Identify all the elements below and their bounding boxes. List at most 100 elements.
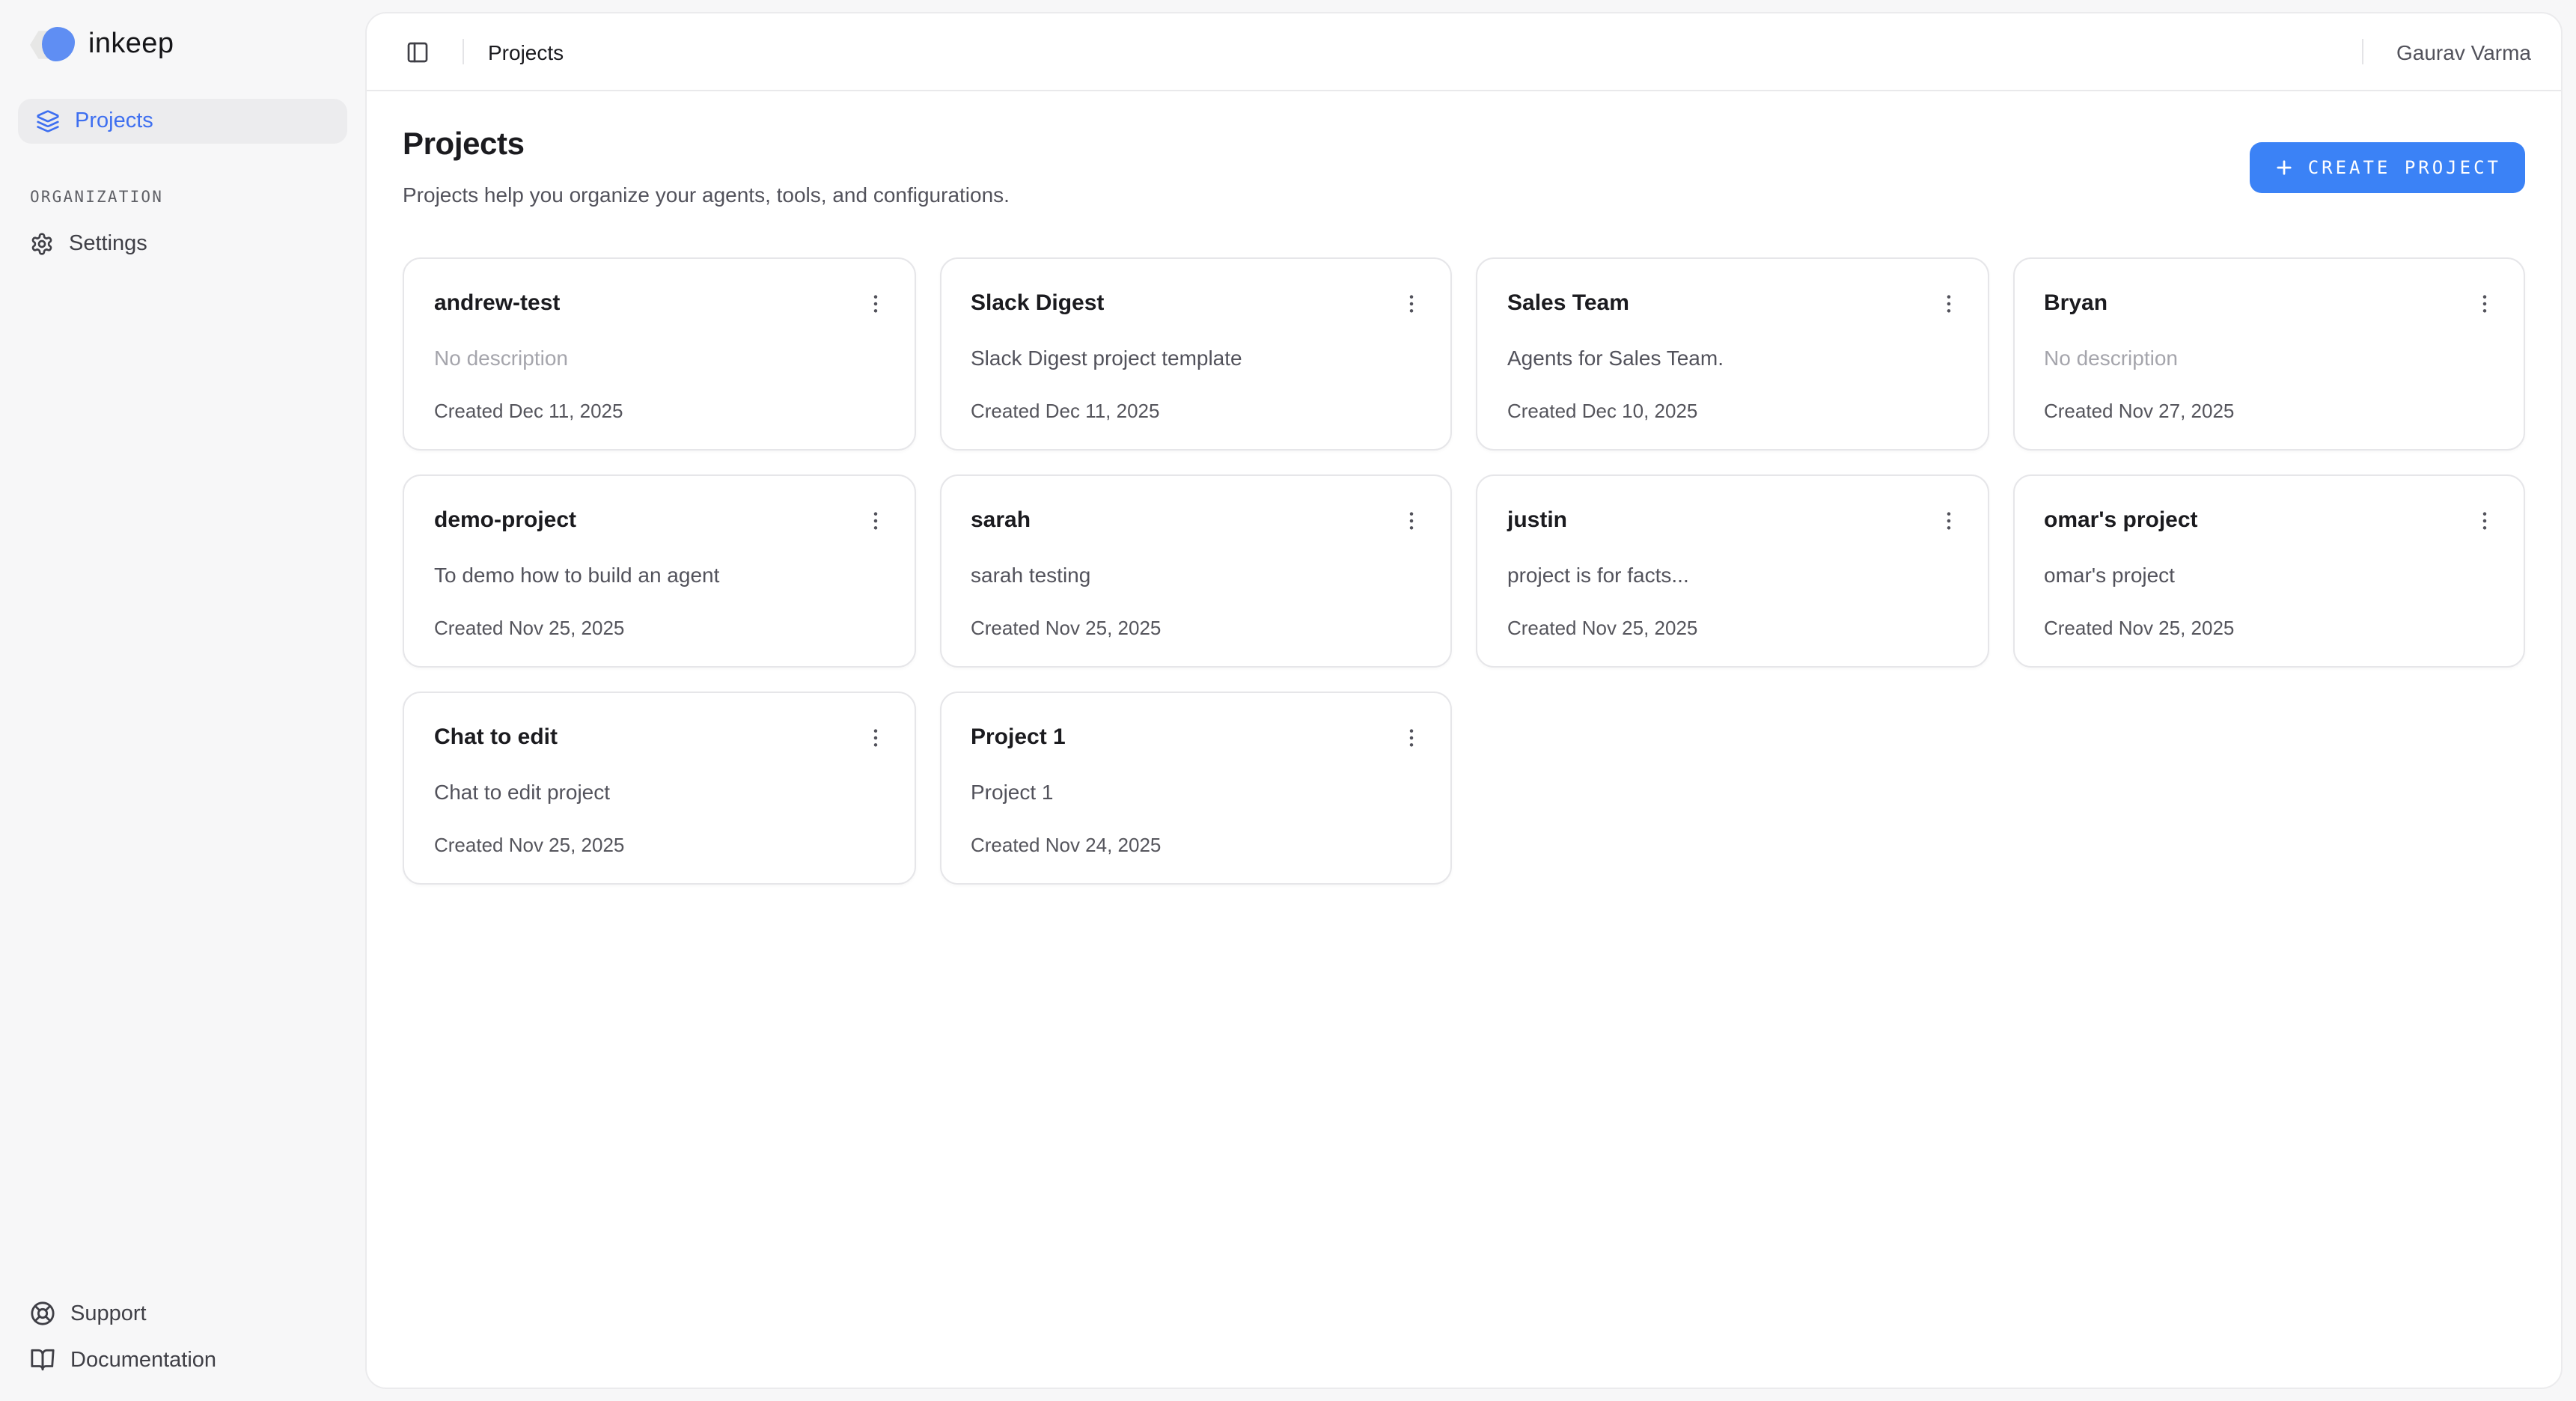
project-title: sarah [971,503,1031,533]
create-project-button[interactable]: CREATE PROJECT [2250,141,2525,192]
project-title: andrew-test [434,286,560,316]
user-menu-button[interactable]: Gaurav Varma [2393,34,2534,70]
project-description: Slack Digest project template [971,346,1429,370]
project-card-header: sarah [971,503,1429,539]
project-title: Slack Digest [971,286,1104,316]
project-card[interactable]: andrew-test No description Created Dec 1… [403,257,915,451]
sidebar-item-label: Documentation [70,1348,216,1372]
book-open-icon [30,1347,55,1373]
page-header: Projects Projects help you organize your… [403,127,2525,207]
main-content: Projects Gaurav Varma Projects Projects … [365,12,2563,1389]
project-created-date: Created Nov 25, 2025 [2044,617,2503,639]
project-card[interactable]: Chat to edit Chat to edit project Create… [403,692,915,885]
project-menu-button[interactable] [857,503,893,539]
sidebar-item-label: Projects [75,109,153,133]
project-card[interactable]: Project 1 Project 1 Created Nov 24, 2025 [939,692,1452,885]
layers-icon [36,109,60,133]
project-description: Agents for Sales Team. [1507,346,1966,370]
project-card[interactable]: Bryan No description Created Nov 27, 202… [2012,257,2525,451]
gear-icon [30,232,54,256]
project-card[interactable]: demo-project To demo how to build an age… [403,474,915,668]
project-menu-button[interactable] [1394,720,1429,756]
project-card-header: Project 1 [971,720,1429,756]
projects-grid: andrew-test No description Created Dec 1… [403,257,2525,885]
viewport: inkeep Projects ORGANIZATION [0,0,2576,1401]
kebab-menu-icon [1936,509,1960,533]
project-description: project is for facts... [1507,563,1966,587]
topbar: Projects Gaurav Varma [367,13,2561,91]
kebab-menu-icon [2473,509,2497,533]
panel-left-icon [406,40,430,64]
organization-list: Settings [0,222,365,266]
kebab-menu-icon [1400,726,1423,750]
project-card-header: omar's project [2044,503,2503,539]
project-title: Project 1 [971,720,1066,750]
project-created-date: Created Dec 11, 2025 [971,400,1429,422]
project-created-date: Created Nov 25, 2025 [1507,617,1966,639]
kebab-menu-icon [863,292,887,316]
project-card[interactable]: Sales Team Agents for Sales Team. Create… [1476,257,1989,451]
project-created-date: Created Dec 11, 2025 [434,400,893,422]
project-card[interactable]: Slack Digest Slack Digest project templa… [939,257,1452,451]
kebab-menu-icon [1400,292,1423,316]
project-menu-button[interactable] [1394,286,1429,322]
project-created-date: Created Dec 10, 2025 [1507,400,1966,422]
project-menu-button[interactable] [2467,503,2503,539]
inkeep-logo-icon [30,27,75,63]
project-description: To demo how to build an agent [434,563,893,587]
sidebar-toggle-button[interactable] [397,31,439,73]
project-title: omar's project [2044,503,2198,533]
project-card[interactable]: justin project is for facts... Created N… [1476,474,1989,668]
app-shell: inkeep Projects ORGANIZATION [0,0,2576,1401]
sidebar-item-label: Settings [69,232,147,256]
life-buoy-icon [30,1301,55,1326]
project-title: Bryan [2044,286,2108,316]
plus-icon [2274,156,2295,177]
page-title: Projects [403,127,1010,163]
project-card-header: justin [1507,503,1966,539]
project-title: justin [1507,503,1567,533]
project-card-header: Sales Team [1507,286,1966,322]
sidebar-item-support[interactable]: Support [0,1290,365,1337]
project-menu-button[interactable] [1394,503,1429,539]
project-card-header: Bryan [2044,286,2503,322]
project-menu-button[interactable] [857,286,893,322]
sidebar-item-settings[interactable]: Settings [0,222,365,266]
project-title: Sales Team [1507,286,1629,316]
sidebar-item-projects[interactable]: Projects [18,99,347,144]
kebab-menu-icon [1400,509,1423,533]
create-project-button-label: CREATE PROJECT [2308,156,2501,177]
project-description: Chat to edit project [434,780,893,804]
sidebar-section-organization: ORGANIZATION [0,189,365,207]
project-title: Chat to edit [434,720,558,750]
project-created-date: Created Nov 25, 2025 [971,617,1429,639]
project-card[interactable]: sarah sarah testing Created Nov 25, 2025 [939,474,1452,668]
project-created-date: Created Nov 25, 2025 [434,617,893,639]
project-card-header: demo-project [434,503,893,539]
project-menu-button[interactable] [857,720,893,756]
sidebar: inkeep Projects ORGANIZATION [0,0,365,1401]
sidebar-footer: Support Documentation [0,1290,365,1401]
project-description: sarah testing [971,563,1429,587]
sidebar-nav: Projects [0,99,365,144]
project-card-header: Chat to edit [434,720,893,756]
page-body: Projects Projects help you organize your… [367,91,2561,1388]
project-menu-button[interactable] [2467,286,2503,322]
inkeep-logo[interactable]: inkeep [0,21,365,69]
project-card-header: andrew-test [434,286,893,322]
project-description: No description [2044,346,2503,370]
kebab-menu-icon [863,509,887,533]
project-description: omar's project [2044,563,2503,587]
project-card[interactable]: omar's project omar's project Created No… [2012,474,2525,668]
project-description: No description [434,346,893,370]
project-title: demo-project [434,503,576,533]
project-menu-button[interactable] [1930,503,1966,539]
kebab-menu-icon [2473,292,2497,316]
topbar-divider [463,39,464,64]
breadcrumb: Projects [488,40,564,64]
project-menu-button[interactable] [1930,286,1966,322]
project-created-date: Created Nov 24, 2025 [971,834,1429,856]
project-description: Project 1 [971,780,1429,804]
sidebar-item-documentation[interactable]: Documentation [0,1337,365,1383]
topbar-divider [2362,39,2363,64]
